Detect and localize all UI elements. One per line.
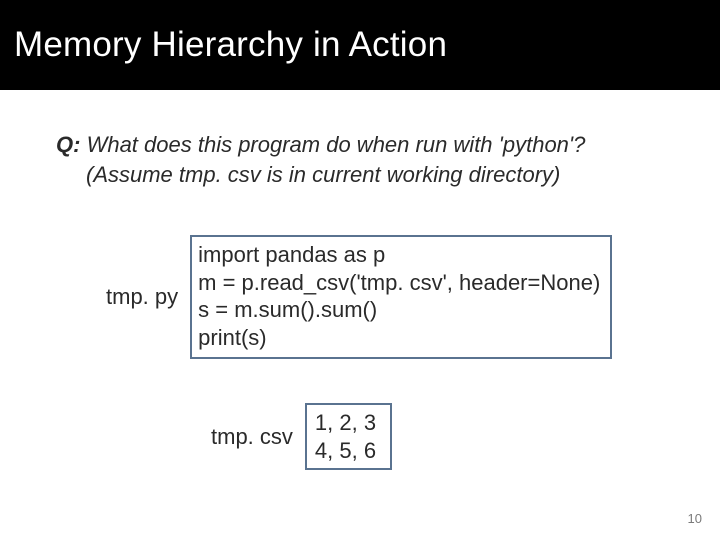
code-line: m = p.read_csv('tmp. csv', header=None) bbox=[198, 269, 600, 297]
question-text-1: What does this program do when run with … bbox=[80, 132, 585, 157]
code-line: import pandas as p bbox=[198, 241, 600, 269]
page-number: 10 bbox=[688, 511, 702, 526]
tmp-csv-box: 1, 2, 3 4, 5, 6 bbox=[305, 403, 392, 470]
question-line-1: Q: What does this program do when run wi… bbox=[56, 130, 664, 160]
tmp-py-label: tmp. py bbox=[106, 284, 178, 310]
question-block: Q: What does this program do when run wi… bbox=[56, 130, 664, 189]
slide-body: Q: What does this program do when run wi… bbox=[0, 90, 720, 470]
slide: Memory Hierarchy in Action Q: What does … bbox=[0, 0, 720, 540]
code-line: s = m.sum().sum() bbox=[198, 296, 600, 324]
code-line: print(s) bbox=[198, 324, 600, 352]
tmp-csv-row: tmp. csv 1, 2, 3 4, 5, 6 bbox=[211, 403, 664, 470]
question-label: Q: bbox=[56, 132, 80, 157]
title-bar: Memory Hierarchy in Action bbox=[0, 0, 720, 90]
csv-line: 4, 5, 6 bbox=[315, 437, 376, 465]
question-line-2: (Assume tmp. csv is in current working d… bbox=[86, 160, 664, 190]
tmp-csv-label: tmp. csv bbox=[211, 424, 293, 450]
slide-title: Memory Hierarchy in Action bbox=[14, 25, 447, 65]
tmp-py-box: import pandas as p m = p.read_csv('tmp. … bbox=[190, 235, 612, 359]
csv-line: 1, 2, 3 bbox=[315, 409, 376, 437]
tmp-py-row: tmp. py import pandas as p m = p.read_cs… bbox=[106, 235, 664, 359]
